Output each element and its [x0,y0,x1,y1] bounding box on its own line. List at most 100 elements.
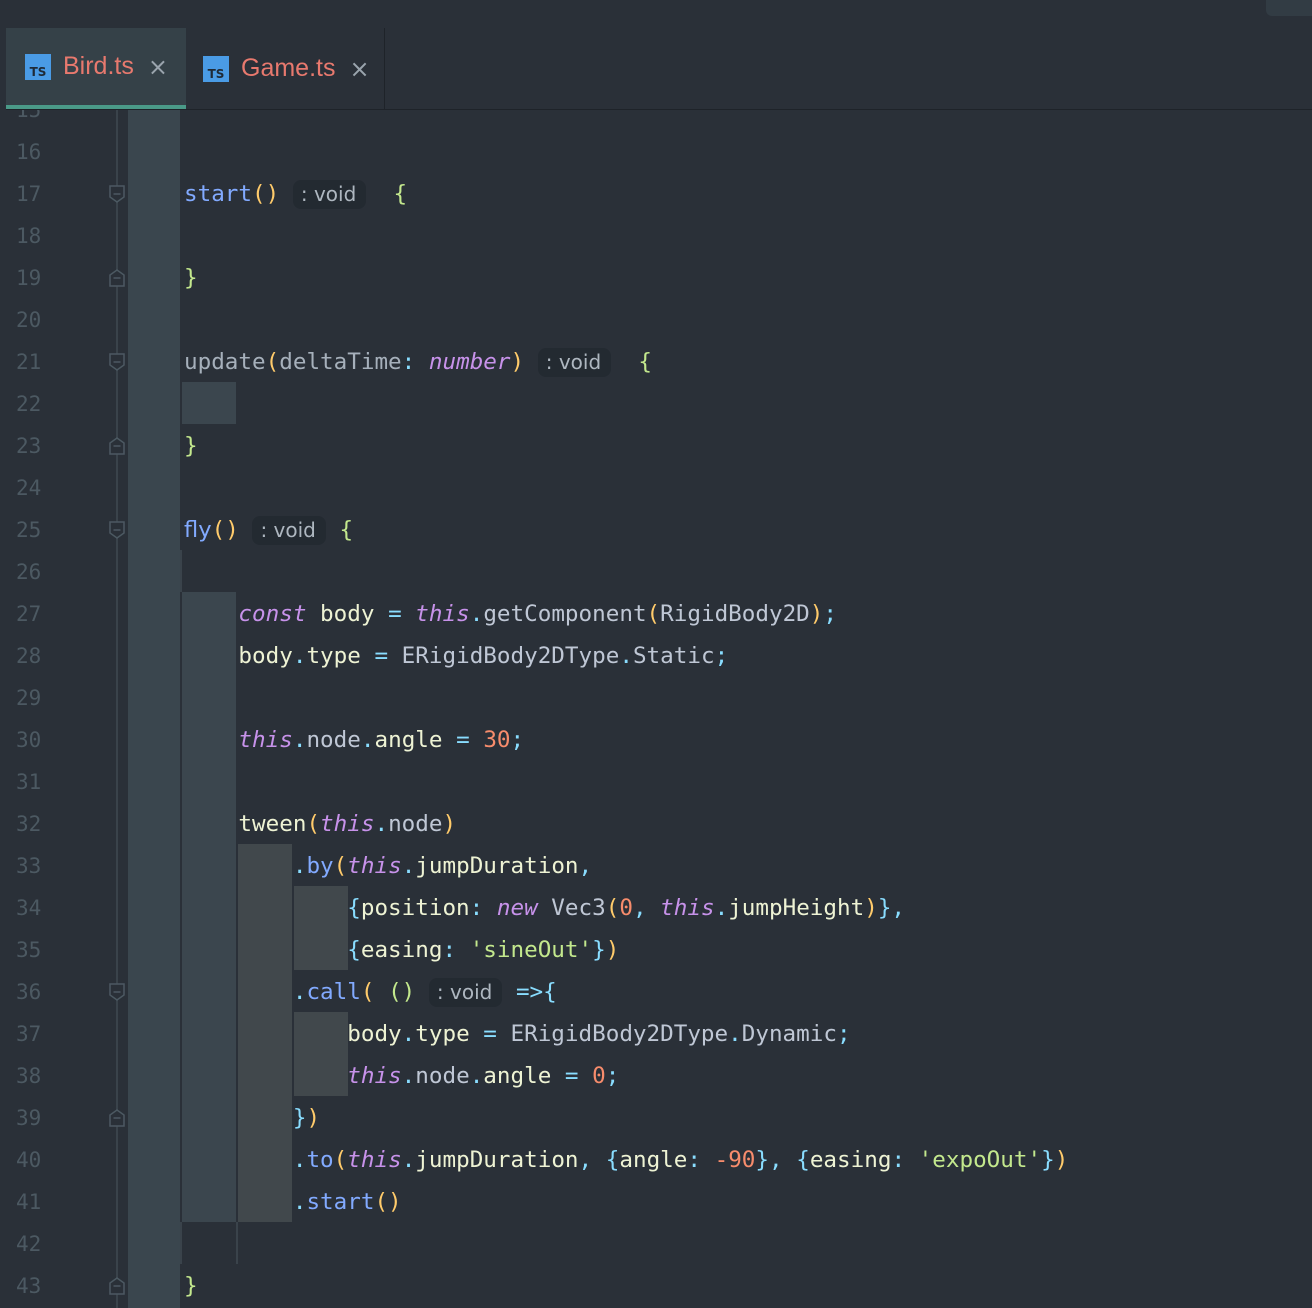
code-token: ( [646,601,661,627]
code-token: { [347,937,361,963]
editor-tab-bar: TS Bird.ts × TS Game.ts × [6,28,1312,110]
code-line[interactable]: 38 this.node.angle = 0; [0,1055,1312,1097]
code-line[interactable]: 30 this.node.angle = 30; [0,719,1312,761]
line-number: 24 [16,476,42,500]
code-line[interactable]: 28 body.type = ERigidBody2DType.Static; [0,635,1312,677]
code-token: ; [836,1021,851,1047]
code-token: . [401,1063,416,1089]
code-token: }, [877,895,906,921]
code-line[interactable]: 36 .call( () : void =>{ [0,971,1312,1013]
code-text: body.type = ERigidBody2DType.Dynamic; [184,1013,851,1055]
code-token: Vec3 [537,895,606,921]
line-number: 26 [16,560,42,584]
toolbar-button[interactable] [1266,0,1312,16]
code-token: ( [306,811,321,837]
code-token: ( [333,1147,348,1173]
line-number: 20 [16,308,42,332]
line-number: 17 [16,182,42,206]
fold-end-icon[interactable] [109,437,125,455]
code-line[interactable]: 22 [0,383,1312,425]
code-token: jumpDuration [415,1147,579,1173]
line-number: 21 [16,350,42,374]
code-text: } [184,425,198,467]
fold-end-icon[interactable] [109,269,125,287]
line-number: 35 [16,938,42,962]
fold-end-icon[interactable] [109,1109,125,1127]
close-icon[interactable]: × [148,53,168,81]
code-line[interactable]: 27 const body = this.getComponent(RigidB… [0,593,1312,635]
type-hint: : void [292,180,367,209]
code-token: }, [755,1147,797,1173]
code-line[interactable]: 37 body.type = ERigidBody2DType.Dynamic; [0,1013,1312,1055]
code-line[interactable]: 24 [0,467,1312,509]
code-line[interactable]: 26 [0,551,1312,593]
code-token: ) [864,895,878,921]
code-token: : [469,895,497,921]
fold-collapse-icon[interactable] [109,983,125,1001]
code-token: Dynamic [741,1021,837,1047]
line-number: 43 [16,1274,42,1298]
code-line[interactable]: 23} [0,425,1312,467]
code-token: body [306,601,389,627]
code-token: . [292,727,307,753]
code-text: this.node.angle = 0; [184,1055,619,1097]
code-line[interactable]: 40 .to(this.jumpDuration, {angle: -90}, … [0,1139,1312,1181]
code-line[interactable]: 29 [0,677,1312,719]
code-token: =>{ [515,979,557,1005]
code-token: ; [605,1063,620,1089]
code-text: .call( () : void =>{ [184,971,557,1013]
code-token: node [388,811,443,837]
code-line[interactable]: 19} [0,257,1312,299]
close-icon[interactable]: × [349,55,369,83]
code-line[interactable]: 18 [0,215,1312,257]
line-number: 37 [16,1022,42,1046]
fold-collapse-icon[interactable] [109,353,125,371]
code-line[interactable]: 20 [0,299,1312,341]
code-token: : [687,1147,715,1173]
code-line[interactable]: 17 start() : void { [0,173,1312,215]
code-text: this.node.angle = 30; [184,719,524,761]
code-line[interactable]: 41 .start() [0,1181,1312,1223]
code-token: () [252,181,280,207]
fold-collapse-icon[interactable] [109,521,125,539]
code-editor[interactable]: 15 16 17 start() : void {18 19} 20 21 update(de… [0,110,1312,1308]
code-line[interactable]: 42 [0,1223,1312,1265]
code-line[interactable]: 43} [0,1265,1312,1307]
code-token: angle [619,1147,688,1173]
code-token: deltaTime [279,349,402,375]
code-line[interactable]: 33 .by(this.jumpDuration, [0,845,1312,887]
line-number: 39 [16,1106,42,1130]
fold-end-icon[interactable] [109,1277,125,1295]
code-line[interactable]: 25 fly() : void { [0,509,1312,551]
code-token: jumpHeight [728,895,865,921]
code-line[interactable]: 32 tween(this.node) [0,803,1312,845]
code-token: { [605,1147,620,1173]
line-number: 40 [16,1148,42,1172]
code-line[interactable]: 21 update(deltaTime: number) : void { [0,341,1312,383]
code-line[interactable]: 16 [0,131,1312,173]
code-token: . [374,811,389,837]
code-token: ; [510,727,525,753]
code-token: this [320,811,375,837]
code-line[interactable]: 35 {easing: 'sineOut'}) [0,929,1312,971]
line-number: 23 [16,434,42,458]
code-line[interactable]: 34 {position: new Vec3(0, this.jumpHeigh… [0,887,1312,929]
code-line[interactable]: 31 [0,761,1312,803]
typescript-file-icon: TS [25,53,51,80]
code-token: this [660,895,715,921]
code-token: , [578,1147,606,1173]
code-token: ) [809,601,824,627]
code-line[interactable]: 15 [0,110,1312,131]
tab-game-ts[interactable]: TS Game.ts × [203,28,370,109]
fold-collapse-icon[interactable] [109,185,125,203]
code-line[interactable]: 39 }) [0,1097,1312,1139]
tab-bird-ts[interactable]: TS Bird.ts × [6,28,186,109]
code-text: } [184,1265,198,1307]
